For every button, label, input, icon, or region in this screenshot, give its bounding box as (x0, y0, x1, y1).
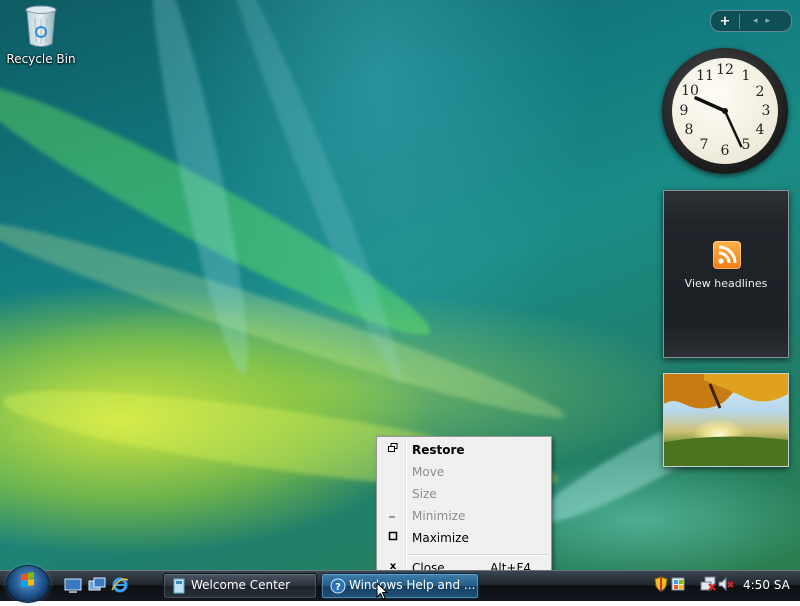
feed-headlines-gadget[interactable]: View headlines (663, 190, 789, 358)
slideshow-gadget[interactable] (663, 373, 789, 467)
sidebar-controls: + ◂▸ (710, 10, 792, 32)
menu-item-label: Restore (412, 443, 465, 457)
restore-icon (387, 443, 399, 455)
clock-gadget[interactable]: 12 1 2 3 4 5 6 7 8 9 10 11 (662, 48, 788, 174)
tray-clock[interactable]: 4:50 SA (743, 578, 790, 592)
network-disconnected-icon[interactable] (700, 576, 716, 596)
window-context-menu: Restore Move Size Minimize Maximize x Cl… (376, 436, 552, 582)
windows-orb-icon (21, 572, 34, 588)
view-headlines-label[interactable]: View headlines (664, 277, 788, 290)
rss-icon (713, 241, 741, 269)
maximize-icon (387, 531, 399, 543)
internet-explorer-icon[interactable] (111, 576, 129, 594)
help-icon: ? (330, 578, 346, 594)
start-button[interactable] (7, 566, 49, 602)
security-shield-icon[interactable] (654, 576, 668, 596)
menu-item-label: Minimize (412, 509, 466, 523)
switch-windows-icon[interactable] (88, 576, 106, 594)
prev-page-icon[interactable]: ◂ (753, 16, 766, 26)
menu-item-move: Move (379, 461, 549, 483)
menu-item-maximize[interactable]: Maximize (379, 527, 549, 549)
next-page-icon[interactable]: ▸ (766, 16, 779, 26)
clock-face: 12 1 2 3 4 5 6 7 8 9 10 11 (672, 58, 778, 164)
volume-muted-icon[interactable] (718, 576, 734, 596)
minimize-icon (387, 509, 399, 521)
menu-item-size: Size (379, 483, 549, 505)
show-desktop-icon[interactable] (64, 576, 82, 594)
menu-item-label: Maximize (412, 531, 469, 545)
desktop-icon-recycle-bin[interactable]: Recycle Bin (6, 4, 76, 66)
taskbar-button-label: Welcome Center (191, 578, 291, 592)
gadget-page-nav[interactable]: ◂▸ (740, 16, 791, 26)
menu-item-label: Move (412, 465, 445, 479)
windows-update-icon[interactable] (671, 576, 685, 596)
menu-item-minimize: Minimize (379, 505, 549, 527)
autumn-tree-image (664, 374, 788, 466)
svg-text:?: ? (335, 582, 341, 593)
menu-item-restore[interactable]: Restore (379, 439, 549, 461)
welcome-center-icon (172, 578, 186, 594)
taskbar-button-welcome-center[interactable]: Welcome Center (163, 573, 317, 599)
mouse-cursor-icon (376, 581, 389, 604)
taskbar-button-windows-help[interactable]: ? Windows Help and ... (321, 573, 479, 599)
notification-area: 4:50 SA (648, 571, 800, 600)
desktop-icon-label: Recycle Bin (6, 52, 76, 66)
menu-item-label: Size (412, 487, 437, 501)
clock-hands (694, 96, 743, 148)
taskbar-button-label: Windows Help and ... (349, 578, 476, 592)
recycle-bin-icon (24, 4, 58, 47)
add-gadget-button[interactable]: + (711, 13, 740, 29)
menu-separator (408, 554, 549, 556)
